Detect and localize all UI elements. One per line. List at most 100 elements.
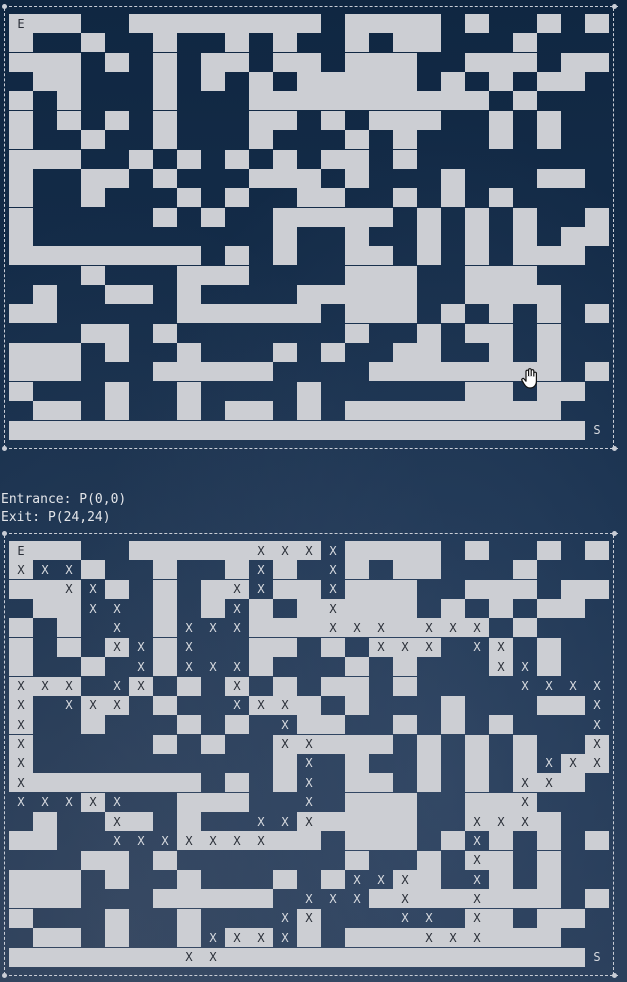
maze-wall-cell	[81, 638, 105, 657]
maze-wall-cell	[465, 560, 489, 579]
path-marker: X	[233, 601, 241, 616]
maze-wall-cell	[561, 266, 585, 285]
maze-wall-cell	[201, 324, 225, 343]
maze-wall-cell	[57, 188, 81, 207]
maze-open-cell	[9, 362, 33, 382]
maze-wall-cell	[153, 870, 177, 889]
maze-wall-cell	[513, 599, 537, 618]
maze-open-cell	[345, 149, 369, 169]
maze-open-cell	[153, 695, 177, 715]
maze-wall-cell	[249, 324, 273, 343]
maze-open-cell	[465, 226, 489, 246]
maze-open-cell	[345, 72, 369, 92]
maze-open-cell	[225, 420, 249, 440]
maze-wall-cell	[57, 812, 81, 831]
maze-open-cell	[81, 715, 105, 735]
maze-wall-cell	[297, 130, 321, 149]
frame-bottom-corner-right-bottom	[612, 973, 617, 978]
path-marker: X	[393, 870, 417, 890]
maze-open-cell	[33, 343, 57, 363]
maze-open-cell	[369, 52, 393, 72]
maze-open-cell	[249, 130, 273, 150]
path-marker: X	[201, 947, 225, 967]
maze-wall-cell	[129, 599, 153, 618]
path-marker: X	[273, 734, 297, 754]
maze-open-cell	[537, 343, 561, 363]
path-marker: X	[9, 734, 33, 754]
path-marker: X	[297, 541, 321, 560]
maze-open-cell	[153, 72, 177, 92]
maze-open-cell	[177, 265, 201, 285]
maze-wall-cell	[33, 324, 57, 343]
maze-open-cell	[393, 792, 417, 812]
maze-wall-cell	[105, 188, 129, 207]
maze-wall-cell	[585, 72, 609, 91]
maze-open-cell	[105, 285, 129, 305]
maze-wall-cell	[393, 208, 417, 227]
maze-wall-cell	[585, 401, 609, 420]
maze-open-cell	[297, 715, 321, 735]
maze-wall-cell	[57, 909, 81, 928]
maze-wall-cell	[585, 870, 609, 889]
maze-wall-cell	[297, 677, 321, 696]
maze-wall-cell	[129, 208, 153, 227]
maze-wall-cell	[321, 227, 345, 246]
maze-wall-cell	[537, 735, 561, 754]
maze-open-cell	[393, 599, 417, 619]
maze-open-cell	[345, 579, 369, 599]
maze-open-cell	[273, 947, 297, 967]
maze-open-cell	[537, 246, 561, 266]
maze-wall-cell	[225, 91, 249, 110]
maze-open-cell	[9, 304, 33, 324]
maze-open-cell	[369, 599, 393, 619]
maze-open-cell	[177, 812, 201, 832]
maze-wall-cell	[33, 696, 57, 715]
maze-wall-cell	[225, 638, 249, 657]
maze-wall-cell	[321, 401, 345, 420]
maze-open-cell	[81, 33, 105, 53]
maze-wall-cell	[225, 735, 249, 754]
maze-wall-cell	[489, 14, 513, 33]
maze-wall-cell	[561, 208, 585, 227]
maze-open-cell	[9, 246, 33, 266]
maze-wall-cell	[201, 130, 225, 149]
maze-open-cell	[177, 381, 201, 401]
frame-bottom-border-right	[613, 535, 614, 975]
maze-grid-solved: EXXXXXXXXXXXXXXXXXXXXXXXXXXXXXXXXXXXXXXX…	[9, 541, 609, 967]
maze-wall-cell	[177, 696, 201, 715]
maze-wall-cell	[513, 169, 537, 188]
maze-open-cell	[513, 560, 537, 580]
maze-open-cell	[9, 870, 33, 890]
maze-wall-cell	[537, 33, 561, 52]
maze-open-cell	[153, 362, 177, 382]
maze-open-cell	[393, 812, 417, 832]
maze-open-cell	[417, 773, 441, 793]
maze-open-cell	[417, 91, 441, 111]
maze-wall-cell	[465, 599, 489, 618]
maze-wall-cell	[249, 150, 273, 169]
maze-open-cell	[489, 831, 513, 851]
maze-wall-cell	[441, 324, 465, 343]
maze-open-cell	[105, 323, 129, 343]
maze-open-cell	[225, 773, 249, 793]
maze-wall-cell	[465, 33, 489, 52]
maze-wall-cell	[33, 169, 57, 188]
maze-open-cell	[177, 188, 201, 208]
maze-wall-cell	[225, 909, 249, 928]
maze-wall-cell	[585, 188, 609, 207]
maze-open-cell	[321, 420, 345, 440]
maze-open-cell	[513, 928, 537, 948]
maze-wall-cell	[297, 150, 321, 169]
maze-wall-cell	[249, 266, 273, 285]
maze-wall-cell	[9, 928, 33, 947]
maze-wall-cell	[321, 324, 345, 343]
maze-open-cell	[393, 285, 417, 305]
maze-open-cell	[57, 541, 81, 560]
maze-open-cell	[393, 362, 417, 382]
maze-wall-cell	[177, 735, 201, 754]
maze-wall-cell	[417, 382, 441, 401]
maze-wall-cell	[489, 773, 513, 792]
maze-open-cell	[489, 792, 513, 812]
maze-wall-cell	[369, 343, 393, 362]
maze-wall-cell	[417, 696, 441, 715]
